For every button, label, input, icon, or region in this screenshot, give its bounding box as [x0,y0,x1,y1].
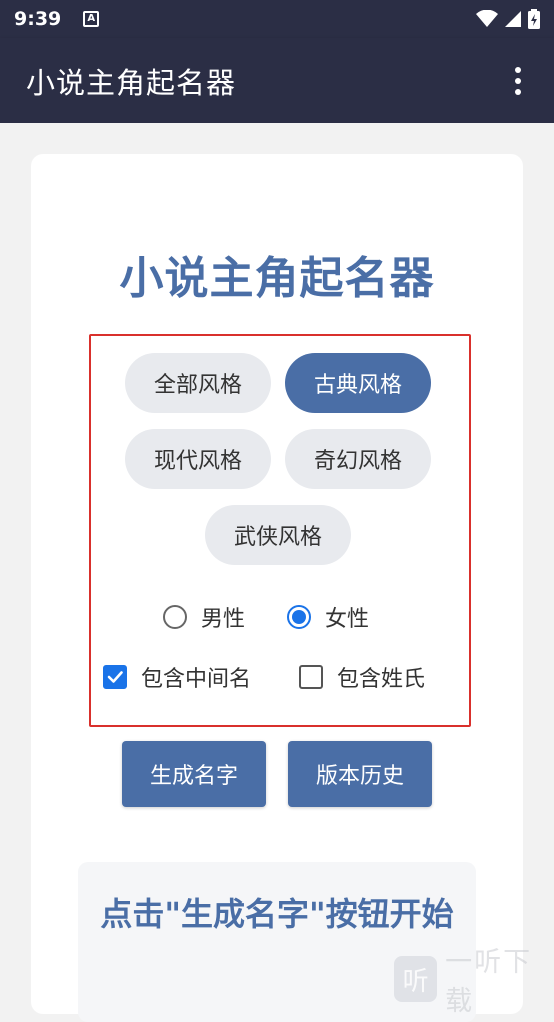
more-vert-icon[interactable] [508,61,528,101]
surname-option[interactable]: 包含姓氏 [299,661,425,693]
style-chip-classical[interactable]: 古典风格 [285,353,431,413]
style-chip-modern[interactable]: 现代风格 [125,429,271,489]
check-icon [107,671,123,683]
app-bar: 小说主角起名器 [0,38,554,123]
status-bar: 9:39 A [0,0,554,38]
surname-checkbox[interactable] [299,665,323,689]
radio-male[interactable] [163,605,187,629]
surname-label: 包含姓氏 [337,667,426,692]
watermark-logo-icon: 听 [394,956,438,1002]
battery-icon [528,9,540,29]
status-icons [476,9,540,29]
result-text: 点击"生成名字"按钮开始 [100,895,454,933]
style-chip-wuxia[interactable]: 武侠风格 [205,505,351,565]
main-card: 小说主角起名器 全部风格 古典风格 现代风格 奇幻风格 武侠风格 男性 女性 包… [31,154,523,1022]
gender-female-option[interactable]: 女性 [287,601,369,633]
app-title: 小说主角起名器 [26,65,237,100]
middle-name-option[interactable]: 包含中间名 [103,661,251,693]
radio-male-label: 男性 [201,607,246,632]
content-area[interactable]: 小说主角起名器 全部风格 古典风格 现代风格 奇幻风格 武侠风格 男性 女性 包… [0,123,554,1022]
radio-female[interactable] [287,605,311,629]
signal-icon [505,11,521,27]
status-time: 9:39 [14,8,62,30]
watermark: 听 一听下载 [394,940,554,1018]
gender-male-option[interactable]: 男性 [163,601,245,633]
radio-female-label: 女性 [325,607,370,632]
page-title: 小说主角起名器 [119,253,435,304]
watermark-text: 一听下载 [445,947,533,1017]
style-chip-all[interactable]: 全部风格 [125,353,271,413]
middle-name-checkbox[interactable] [103,665,127,689]
options-group: 全部风格 古典风格 现代风格 奇幻风格 武侠风格 男性 女性 包含中间名 包含姓… [89,334,471,727]
version-history-button[interactable]: 版本历史 [288,741,432,807]
middle-name-label: 包含中间名 [141,667,252,692]
style-chip-fantasy[interactable]: 奇幻风格 [285,429,431,489]
generate-name-button[interactable]: 生成名字 [122,741,266,807]
a-icon: A [83,11,100,27]
wifi-icon [476,10,498,27]
